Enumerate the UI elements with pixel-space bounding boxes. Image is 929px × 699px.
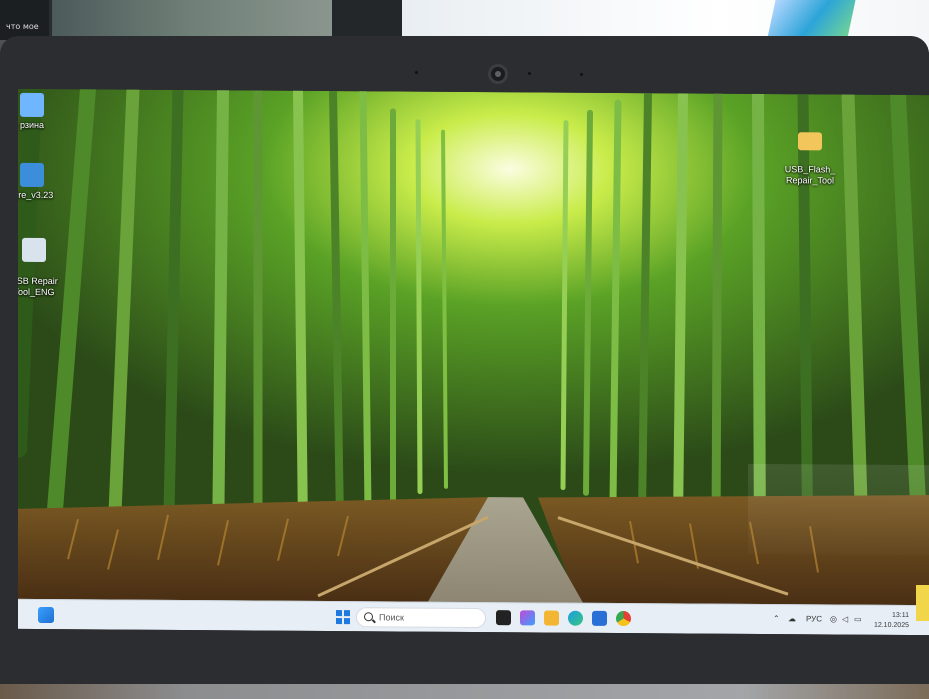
store-icon[interactable] — [592, 610, 607, 626]
desktop-icon-label: рзина — [19, 119, 45, 131]
desktop-icon-label: USB_Flash_ Repair_Tool — [784, 164, 836, 186]
desktop-icon-usb-flash-repair[interactable]: USB_Flash_ Repair_Tool — [770, 118, 850, 187]
desktop-icon-recycle-bin[interactable]: рзина — [18, 92, 72, 132]
background-post — [332, 0, 402, 40]
edge-icon[interactable] — [568, 610, 583, 626]
sensor-dot — [528, 72, 531, 75]
usb-repair-icon — [22, 237, 46, 263]
wifi-icon[interactable]: ◎ — [830, 614, 837, 623]
chevron-up-icon[interactable]: ⌃ — [773, 614, 780, 623]
folder-icon — [798, 132, 822, 151]
desktop-icon-label: tore_v3.23 — [18, 189, 54, 201]
sensor-dot — [580, 73, 583, 76]
battery-icon[interactable]: ▭ — [854, 615, 862, 624]
desktop-icon-installer[interactable]: tore_v3.23 — [18, 162, 72, 202]
volume-icon[interactable]: ◁ — [842, 615, 848, 624]
clock-date: 12.10.2025 — [873, 621, 909, 630]
taskbar: Поиск ⌃ ☁ РУС ◎ ◁ ▭ 13:11 12.10.2025 — [18, 598, 929, 636]
background-window — [52, 0, 332, 40]
widgets-icon[interactable] — [38, 606, 54, 624]
taskbar-search[interactable]: Поиск — [356, 607, 486, 629]
installer-icon — [20, 162, 44, 188]
background-monitor-text: что мое — [6, 22, 39, 31]
task-view-icon[interactable] — [496, 610, 511, 626]
chrome-icon[interactable] — [616, 610, 631, 627]
search-icon — [364, 612, 373, 622]
clock-time: 13:11 — [892, 611, 909, 620]
search-placeholder: Поиск — [379, 612, 404, 623]
weather-icon[interactable]: ☁ — [788, 614, 796, 623]
sensor-dot — [415, 71, 418, 74]
file-explorer-icon[interactable] — [544, 610, 559, 626]
recycle-bin-icon — [20, 92, 44, 118]
yellow-sticker — [916, 585, 929, 621]
laptop-screen: рзина tore_v3.23 USB Repair Tool_ENG USB… — [18, 88, 929, 636]
start-button[interactable] — [336, 610, 350, 625]
webcam-icon — [488, 64, 508, 84]
language-indicator[interactable]: РУС — [806, 614, 822, 623]
laptop-base — [0, 684, 929, 699]
desktop-icon-usb-repair[interactable]: USB Repair Tool_ENG — [18, 227, 74, 299]
taskbar-clock[interactable]: 13:11 12.10.2025 — [874, 611, 909, 631]
desktop-icon-label: USB Repair Tool_ENG — [18, 275, 58, 298]
copilot-icon[interactable] — [520, 610, 535, 626]
background-monitor: что мое — [0, 0, 52, 40]
